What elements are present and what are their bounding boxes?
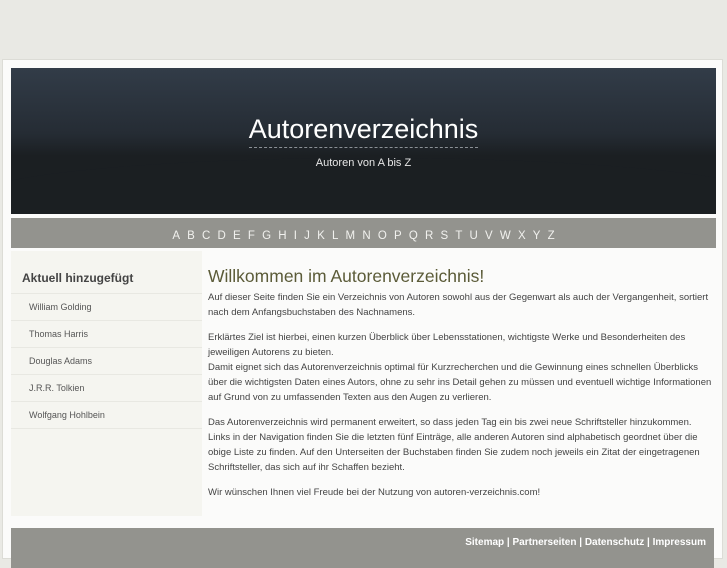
letter-link-z[interactable]: Z xyxy=(548,230,555,242)
goal-paragraph: Erklärtes Ziel ist hierbei, einen kurzen… xyxy=(208,330,713,405)
closing-paragraph: Wir wünschen Ihnen viel Freude bei der N… xyxy=(208,487,541,498)
letter-link-o[interactable]: O xyxy=(378,230,387,242)
letter-link-d[interactable]: D xyxy=(218,230,226,242)
footer-link-datenschutz[interactable]: Datenschutz xyxy=(585,537,644,548)
footer-separator: | xyxy=(579,537,583,548)
letter-link-h[interactable]: H xyxy=(278,230,286,242)
sidebar-author-link[interactable]: Wolfgang Hohlbein xyxy=(11,402,202,429)
letter-link-w[interactable]: W xyxy=(500,230,511,242)
sidebar-author-link[interactable]: Douglas Adams xyxy=(11,348,202,375)
letter-link-r[interactable]: R xyxy=(425,230,433,242)
update-paragraph: Das Autorenverzeichnis wird permanent er… xyxy=(208,417,700,473)
letter-link-a[interactable]: A xyxy=(172,230,180,242)
footer-separator: | xyxy=(506,537,510,548)
letter-link-x[interactable]: X xyxy=(518,230,526,242)
main-content: Willkommen im Autorenverzeichnis! Auf di… xyxy=(208,265,713,510)
letter-link-u[interactable]: U xyxy=(470,230,478,242)
letter-link-l[interactable]: L xyxy=(332,230,338,242)
letter-link-f[interactable]: F xyxy=(248,230,255,242)
sidebar-author-link[interactable]: Thomas Harris xyxy=(11,321,202,348)
sidebar-heading: Aktuell hinzugefügt xyxy=(11,251,202,294)
site-title[interactable]: Autorenverzeichnis xyxy=(248,114,479,148)
footer-link-sitemap[interactable]: Sitemap xyxy=(465,537,504,548)
letter-link-j[interactable]: J xyxy=(304,230,310,242)
footer-link-partnerseiten[interactable]: Partnerseiten xyxy=(513,537,577,548)
letter-link-e[interactable]: E xyxy=(233,230,241,242)
page-container: Autorenverzeichnis Autoren von A bis Z A… xyxy=(2,59,723,568)
letter-link-t[interactable]: T xyxy=(455,230,462,242)
alphabet-nav: ABCDEFGHIJKLMNOPQRSTUVWXYZ xyxy=(11,218,716,248)
letter-link-m[interactable]: M xyxy=(346,230,356,242)
sidebar-author-link[interactable]: William Golding xyxy=(11,294,202,321)
page-heading: Willkommen im Autorenverzeichnis! xyxy=(208,266,485,286)
usage-text: Damit eignet sich das Autorenverzeichnis… xyxy=(208,362,712,403)
letter-link-b[interactable]: B xyxy=(187,230,195,242)
sidebar: Aktuell hinzugefügt William Golding Thom… xyxy=(11,251,202,516)
letter-link-c[interactable]: C xyxy=(202,230,210,242)
sidebar-author-link[interactable]: J.R.R. Tolkien xyxy=(11,375,202,402)
site-subtitle: Autoren von A bis Z xyxy=(315,157,412,169)
letter-link-q[interactable]: Q xyxy=(409,230,418,242)
letter-link-g[interactable]: G xyxy=(262,230,271,242)
footer-link-impressum[interactable]: Impressum xyxy=(653,537,706,548)
letter-link-p[interactable]: P xyxy=(394,230,402,242)
letter-link-i[interactable]: I xyxy=(294,230,297,242)
intro-paragraph: Auf dieser Seite finden Sie ein Verzeich… xyxy=(208,292,709,318)
letter-link-s[interactable]: S xyxy=(440,230,448,242)
site-header: Autorenverzeichnis Autoren von A bis Z xyxy=(11,68,716,214)
goal-text: Erklärtes Ziel ist hierbei, einen kurzen… xyxy=(208,332,686,358)
letter-link-n[interactable]: N xyxy=(362,230,370,242)
footer: Sitemap | Partnerseiten | Datenschutz | … xyxy=(11,528,714,568)
letter-link-v[interactable]: V xyxy=(485,230,493,242)
letter-link-y[interactable]: Y xyxy=(533,230,541,242)
letter-link-k[interactable]: K xyxy=(317,230,325,242)
footer-separator: | xyxy=(647,537,650,548)
